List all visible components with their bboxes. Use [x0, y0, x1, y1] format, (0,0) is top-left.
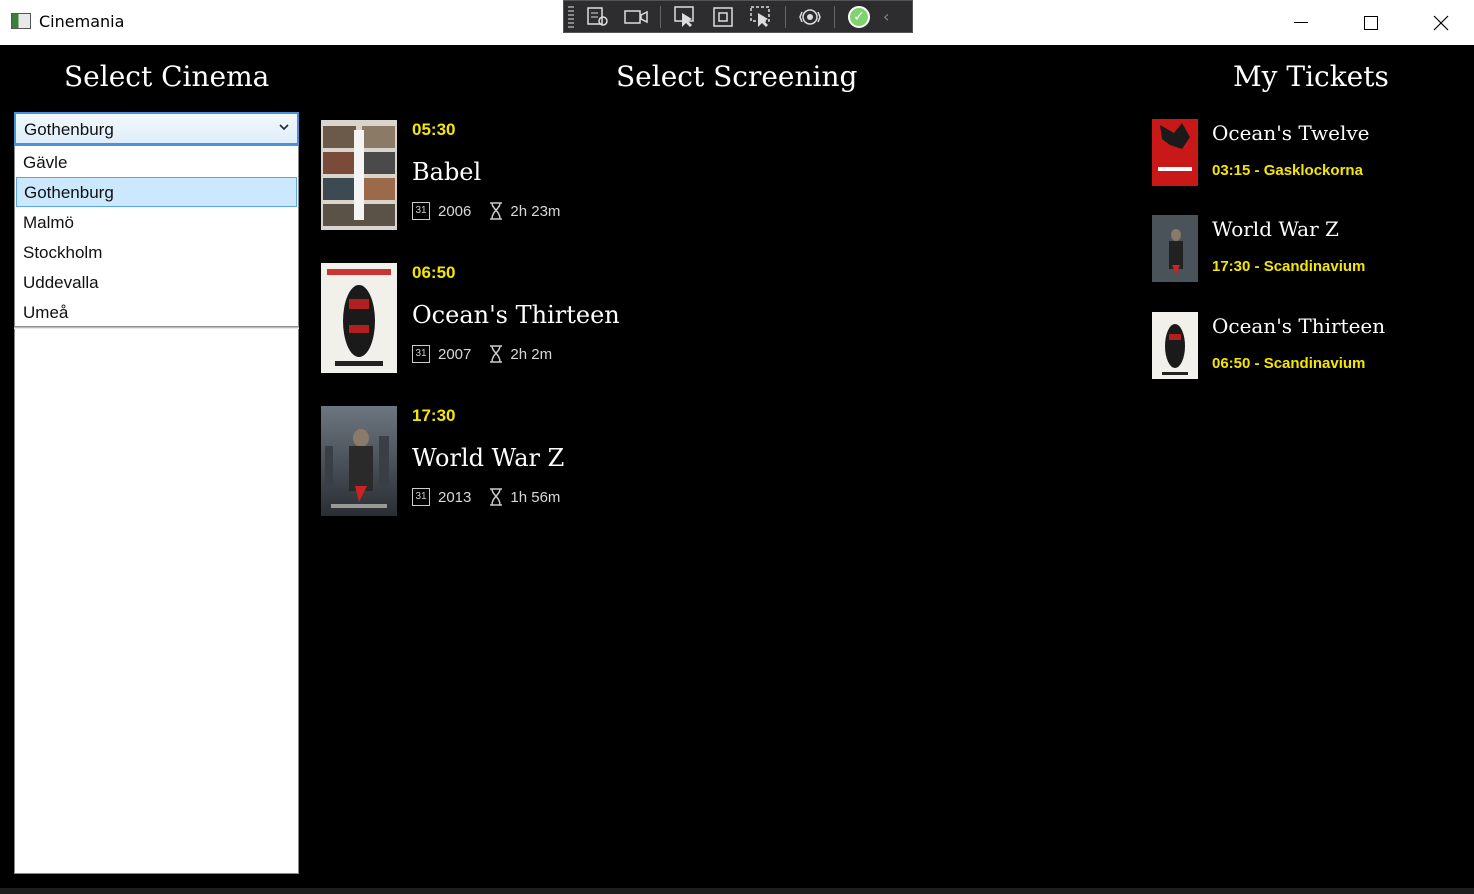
hourglass-icon — [490, 488, 503, 506]
screening-duration: 1h 56m — [510, 488, 561, 506]
cinema-dropdown: Gävle Gothenburg Malmö Stockholm Uddeval… — [14, 145, 299, 327]
screening-time: 05:30 — [412, 120, 456, 139]
ticket-info: 03:15 - Gasklockorna — [1212, 162, 1363, 179]
screening-meta: 31 2013 1h 56m — [412, 488, 560, 506]
ticket-info: 17:30 - Scandinavium — [1212, 258, 1366, 275]
ticket-item[interactable]: Ocean's Twelve 03:15 - Gasklockorna — [1152, 119, 1452, 189]
window-title: Cinemania — [39, 12, 125, 31]
movie-poster — [321, 120, 397, 230]
screening-title: World War Z — [412, 444, 565, 472]
live-visual-tree-icon[interactable] — [584, 4, 612, 30]
close-icon — [1433, 15, 1449, 30]
screening-duration: 2h 2m — [510, 345, 553, 363]
ticket-item[interactable]: Ocean's Thirteen 06:50 - Scandinavium — [1152, 312, 1452, 382]
status-ok-icon[interactable]: ✓ — [845, 4, 873, 30]
chevron-down-icon — [279, 124, 289, 131]
ticket-item[interactable]: World War Z 17:30 - Scandinavium — [1152, 215, 1452, 285]
minimize-icon — [1294, 22, 1308, 23]
screening-duration: 2h 23m — [510, 202, 561, 220]
close-button[interactable] — [1406, 0, 1474, 45]
maximize-button[interactable] — [1336, 0, 1406, 45]
ticket-poster — [1152, 312, 1198, 379]
debug-toolbar: ✓ ‹ — [563, 0, 913, 33]
ticket-title: Ocean's Thirteen — [1212, 314, 1386, 338]
minimize-button[interactable] — [1266, 0, 1336, 45]
maximize-icon — [1364, 15, 1378, 30]
hot-reload-icon[interactable] — [796, 4, 824, 30]
cinema-option[interactable]: Stockholm — [16, 238, 297, 268]
cinema-option[interactable]: Umeå — [16, 298, 297, 328]
movie-poster — [321, 406, 397, 516]
track-focused-element-icon[interactable] — [747, 4, 775, 30]
toolbar-grip-icon[interactable] — [568, 5, 574, 28]
calendar-icon: 31 — [412, 488, 430, 506]
calendar-icon: 31 — [412, 202, 430, 220]
select-cinema-heading: Select Cinema — [64, 60, 270, 93]
toolbar-separator — [660, 5, 661, 28]
camera-icon[interactable] — [622, 4, 650, 30]
cinema-option[interactable]: Gävle — [16, 148, 297, 178]
ticket-poster — [1152, 119, 1198, 186]
select-screening-heading: Select Screening — [616, 60, 858, 93]
display-layout-adorners-icon[interactable] — [709, 4, 737, 30]
movie-poster — [321, 263, 397, 373]
app-icon — [11, 13, 31, 29]
screening-title: Babel — [412, 158, 482, 186]
screening-time: 17:30 — [412, 406, 456, 425]
select-element-icon[interactable] — [671, 4, 699, 30]
title-bar: Cinemania ✓ ‹ — [0, 0, 1474, 45]
screening-item[interactable]: 06:50 Ocean's Thirteen 31 2007 2h 2m — [321, 263, 821, 378]
dropdown-shadow — [14, 326, 299, 329]
ticket-title: Ocean's Twelve — [1212, 121, 1370, 145]
hourglass-icon — [490, 345, 503, 363]
cinema-combobox-value: Gothenburg — [24, 120, 114, 139]
screening-year: 2013 — [438, 488, 472, 506]
ticket-poster — [1152, 215, 1198, 282]
collapse-chevron-icon[interactable]: ‹ — [883, 7, 889, 26]
my-tickets-heading: My Tickets — [1233, 60, 1389, 93]
toolbar-separator — [785, 5, 786, 28]
bottom-strip — [0, 888, 1474, 894]
screening-meta: 31 2006 2h 23m — [412, 202, 560, 220]
toolbar-separator — [834, 5, 835, 28]
screening-year: 2006 — [438, 202, 472, 220]
cinema-option[interactable]: Uddevalla — [16, 268, 297, 298]
screening-year: 2007 — [438, 345, 472, 363]
screening-title: Ocean's Thirteen — [412, 301, 620, 329]
cinema-option-selected[interactable]: Gothenburg — [16, 177, 297, 207]
cinema-combobox[interactable]: Gothenburg — [14, 112, 299, 145]
ticket-title: World War Z — [1212, 217, 1339, 241]
ticket-info: 06:50 - Scandinavium — [1212, 355, 1366, 372]
screening-time: 06:50 — [412, 263, 456, 282]
cinema-option[interactable]: Malmö — [16, 208, 297, 238]
screening-meta: 31 2007 2h 2m — [412, 345, 552, 363]
screening-item[interactable]: 17:30 World War Z 31 2013 1h 56m — [321, 406, 821, 521]
calendar-icon: 31 — [412, 345, 430, 363]
hourglass-icon — [490, 202, 503, 220]
screening-item[interactable]: 05:30 Babel 31 2006 2h 23m — [321, 120, 821, 235]
